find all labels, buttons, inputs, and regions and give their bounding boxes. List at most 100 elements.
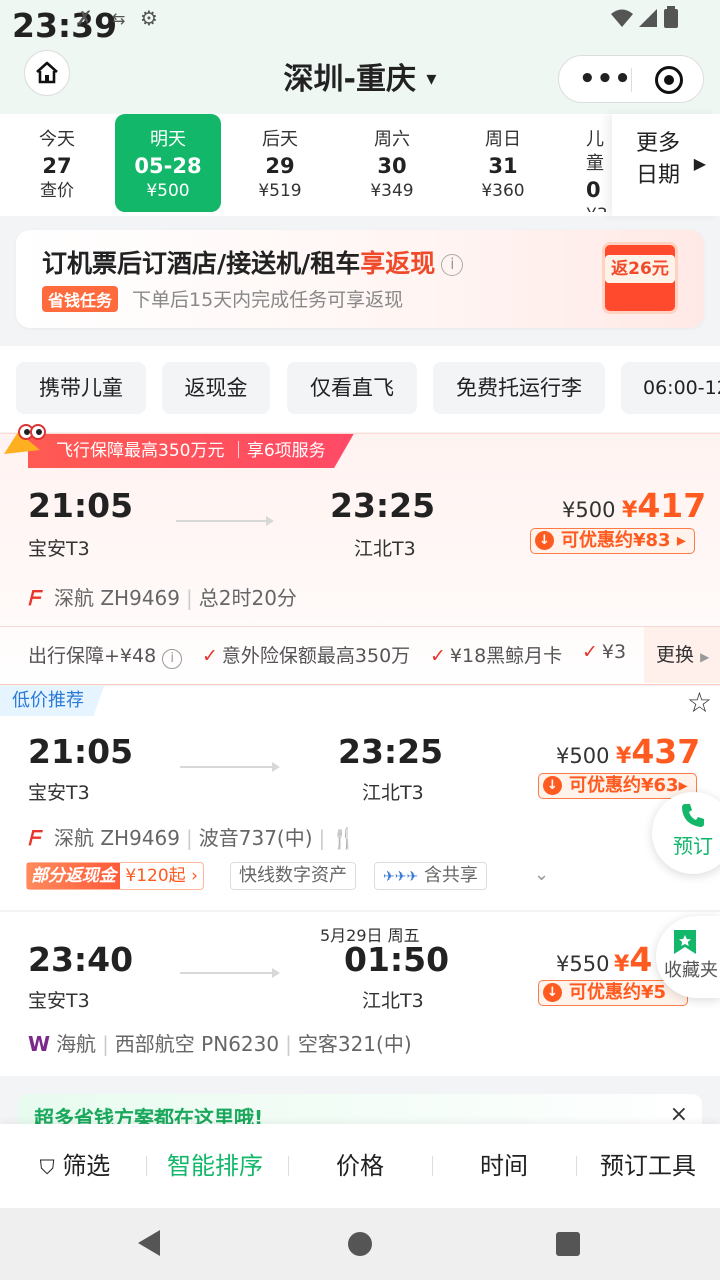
meal-icon: 🍴 (331, 826, 357, 850)
guarantee-item-text: 意外险保额最高350万 (221, 645, 411, 667)
cashback-value: ¥120起 (125, 866, 186, 886)
tab-booking-tools[interactable]: 预订工具 (588, 1124, 708, 1208)
chevron-down-icon: ▾ (426, 66, 437, 90)
phone-icon (682, 804, 704, 827)
departure-time: 21:05 (28, 486, 134, 525)
guarantee-label-text: 出行保障+¥48 (28, 645, 157, 667)
recent-apps-icon[interactable] (556, 1232, 580, 1256)
chevron-right-icon: ▶ (693, 154, 706, 173)
date-weekday: 周六 (374, 129, 410, 150)
date-price: ¥3 (586, 204, 612, 212)
more-dates-label: 日期 (636, 163, 681, 188)
price-value: 417 (637, 486, 707, 525)
discounted-price: ¥4 (614, 940, 653, 979)
discounted-price: ¥437 (616, 732, 701, 771)
status-bar: 23:39 ✗ ⇆ ⚙ (0, 0, 720, 45)
tab-price[interactable]: 价格 (300, 1124, 420, 1208)
discounted-price: ¥417 (622, 486, 707, 525)
change-label: 更换 (656, 644, 695, 666)
shenzhen-airlines-logo-icon: ᖴ (28, 826, 40, 850)
check-icon: ✓ (430, 645, 446, 667)
home-circle-icon[interactable] (348, 1232, 372, 1256)
chip-direct-only[interactable]: 仅看直飞 (287, 362, 417, 414)
signal-icon (639, 9, 657, 27)
discount-badge[interactable]: 可优惠约¥83 ▸ (530, 528, 695, 554)
guarantee-item: ✓ ¥18黑鲸月卡 (430, 641, 562, 668)
codeshare-label: 含共享 (423, 865, 478, 886)
info-icon[interactable]: i (162, 649, 183, 669)
tab-smart-sort[interactable]: 智能排序 (150, 1124, 280, 1208)
settings-icon: ⚙ (140, 6, 158, 30)
tab-filter[interactable]: ⛉ 筛选 (20, 1124, 130, 1208)
more-menu-button[interactable]: ••• (579, 64, 632, 94)
date-day: 30 (377, 154, 407, 178)
date-item-children-day[interactable]: 儿童 0 ¥3 (556, 114, 612, 212)
flight-number: 深航 ZH9469 (54, 586, 180, 610)
travel-guarantee-row[interactable]: 出行保障+¥48 i ✓ 意外险保额最高350万 ✓ ¥18黑鲸月卡 ✓ ¥3 更换 … (0, 626, 720, 684)
departure-airport: 宝安T3 (28, 990, 90, 1012)
date-price: ¥349 (370, 181, 414, 201)
system-navigation-bar (0, 1208, 720, 1280)
guarantee-item-text: ¥3 (601, 641, 627, 663)
bookmark-icon (674, 930, 696, 954)
change-guarantee-button[interactable]: 更换 ▶ (644, 627, 720, 683)
date-selector: 今天 27 查价 明天 05-28 ¥500 后天 29 ¥519 周六 30 … (0, 114, 720, 216)
chip-with-children[interactable]: 携带儿童 (16, 362, 146, 414)
banner-title-highlight: 享返现 (360, 249, 436, 278)
date-item-tomorrow[interactable]: 明天 05-28 ¥500 (115, 114, 221, 212)
airline-info: ᖴ 深航 ZH9469 | 总2时20分 (28, 586, 297, 610)
red-envelope-coupon[interactable]: 返26元 (602, 242, 678, 314)
airline-info: ᖴ 深航 ZH9469 | 波音737(中) | 🍴 (28, 826, 357, 850)
wifi-icon (611, 9, 633, 27)
airline-name: 海航 (56, 1032, 97, 1056)
savings-task-badge: 省钱任务 (42, 286, 119, 312)
route-arrow (176, 516, 274, 526)
departure-time: 23:40 (28, 940, 134, 979)
banner-title: 订机票后订酒店/接送机/租车享返现 i (42, 244, 464, 280)
tab-time[interactable]: 时间 (444, 1124, 564, 1208)
star-icon[interactable]: ☆ (687, 686, 712, 719)
date-day: 0 (586, 178, 601, 202)
date-day: 29 (265, 154, 295, 178)
date-item-saturday[interactable]: 周六 30 ¥349 (339, 114, 445, 212)
chevron-down-icon[interactable]: ⌄ (534, 864, 549, 885)
route-title-text: 深圳-重庆 (283, 62, 416, 97)
mascot-icon (4, 424, 46, 454)
info-icon[interactable]: i (441, 254, 464, 276)
aircraft-type: 波音737(中) (198, 826, 313, 850)
chip-free-baggage[interactable]: 免费托运行李 (433, 362, 605, 414)
cashback-label: 部分返现金 (27, 863, 120, 889)
check-icon: ✓ (202, 645, 218, 667)
arrival-airport: 江北T3 (354, 538, 416, 560)
tab-divider (288, 1156, 289, 1176)
date-weekday: 明天 (150, 129, 186, 150)
date-item-day-after[interactable]: 后天 29 ¥519 (227, 114, 333, 212)
chip-cashback[interactable]: 返现金 (162, 362, 270, 414)
tab-divider (146, 1156, 147, 1176)
more-dates-button[interactable]: 更多 日期 ▶ (612, 114, 720, 216)
flight-card[interactable]: 飞行保障最高350万元 ｜享6项服务 21:05 宝安T3 23:25 江北T3… (0, 424, 720, 685)
low-price-tag: 低价推荐 (0, 686, 104, 716)
cashback-banner[interactable]: 订机票后订酒店/接送机/租车享返现 i 省钱任务 下单后15天内完成任务可享返现 … (16, 230, 704, 328)
original-price: ¥500 (562, 498, 616, 522)
battery-icon (664, 6, 678, 28)
back-icon[interactable] (138, 1230, 160, 1256)
close-miniprogram-icon[interactable] (655, 66, 683, 94)
date-weekday: 今天 (39, 129, 75, 150)
date-item-today[interactable]: 今天 27 查价 (4, 114, 110, 212)
bottom-sort-bar: ⛉ 筛选 智能排序 价格 时间 预订工具 (0, 1124, 720, 1208)
departure-airport: 宝安T3 (28, 538, 90, 560)
airline-logos-icon: ✈✈✈ (383, 869, 419, 885)
route-arrow (180, 762, 280, 772)
guarantee-item: ✓ ¥3 (582, 641, 628, 663)
chip-time-range[interactable]: 06:00-12 (621, 362, 720, 414)
date-item-sunday[interactable]: 周日 31 ¥360 (450, 114, 556, 212)
date-day: 27 (42, 154, 72, 178)
flight-card[interactable]: 5月29日 周五 23:40 宝安T3 01:50 江北T3 ¥550 ¥4 可… (0, 912, 720, 1076)
date-price: ¥500 (146, 181, 190, 201)
flight-card[interactable]: 低价推荐 ☆ 21:05 宝安T3 23:25 江北T3 ¥500 ¥437 可… (0, 686, 720, 910)
arrival-time: 01:50 (344, 940, 450, 979)
flight-number: 西部航空 PN6230 (114, 1032, 280, 1056)
cashback-tag[interactable]: 部分返现金 ¥120起 › (26, 862, 205, 890)
coupon-amount: 返26元 (605, 255, 675, 283)
